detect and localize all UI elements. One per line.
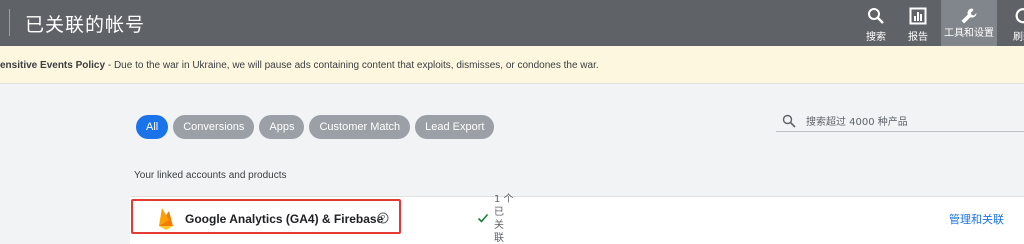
policy-banner: ensitive Events Policy - Due to the war … (0, 46, 1024, 84)
manage-and-link-button[interactable]: 管理和关联 (949, 211, 1004, 227)
svg-text:?: ? (381, 214, 386, 223)
product-search-input[interactable] (806, 113, 1016, 131)
app-header: 已关联的帐号 搜索 报告 工具和设置 刷新 (0, 0, 1024, 46)
policy-banner-text: ensitive Events Policy - Due to the war … (0, 60, 599, 71)
search-tool-label: 搜索 (866, 32, 886, 43)
filter-chip-customer-match[interactable]: Customer Match (309, 115, 411, 139)
search-icon (868, 8, 884, 24)
firebase-icon (159, 208, 173, 230)
refresh-tool-button[interactable]: 刷新 (1003, 0, 1024, 46)
filter-chip-conversions[interactable]: Conversions (173, 115, 255, 139)
page-title: 已关联的帐号 (25, 14, 146, 36)
product-search (776, 112, 1024, 132)
search-tool-button[interactable]: 搜索 (859, 0, 893, 46)
tools-settings-label: 工具和设置 (944, 28, 994, 39)
filter-chip-all[interactable]: All (136, 115, 169, 139)
report-icon (909, 7, 927, 25)
refresh-tool-label: 刷新 (1013, 32, 1024, 43)
header-divider (9, 9, 10, 36)
help-icon[interactable]: ? (377, 212, 389, 224)
policy-banner-body: - Due to the war in Ukraine, we will pau… (105, 60, 599, 71)
wrench-icon (961, 8, 977, 24)
link-status: 1 个 已 关 联 (494, 194, 514, 244)
check-icon (477, 213, 489, 223)
report-tool-label: 报告 (908, 32, 928, 43)
tools-settings-button[interactable]: 工具和设置 (941, 0, 997, 46)
filter-chip-lead-export[interactable]: Lead Export (415, 115, 495, 139)
refresh-icon (1015, 8, 1024, 24)
search-icon (782, 114, 796, 128)
report-tool-button[interactable]: 报告 (901, 0, 935, 46)
filter-chip-apps[interactable]: Apps (259, 115, 305, 139)
filter-chips: All Conversions Apps Customer Match Lead… (136, 115, 495, 139)
policy-banner-bold: ensitive Events Policy (0, 60, 106, 71)
account-name: Google Analytics (GA4) & Firebase (185, 212, 384, 226)
section-label: Your linked accounts and products (134, 170, 287, 181)
